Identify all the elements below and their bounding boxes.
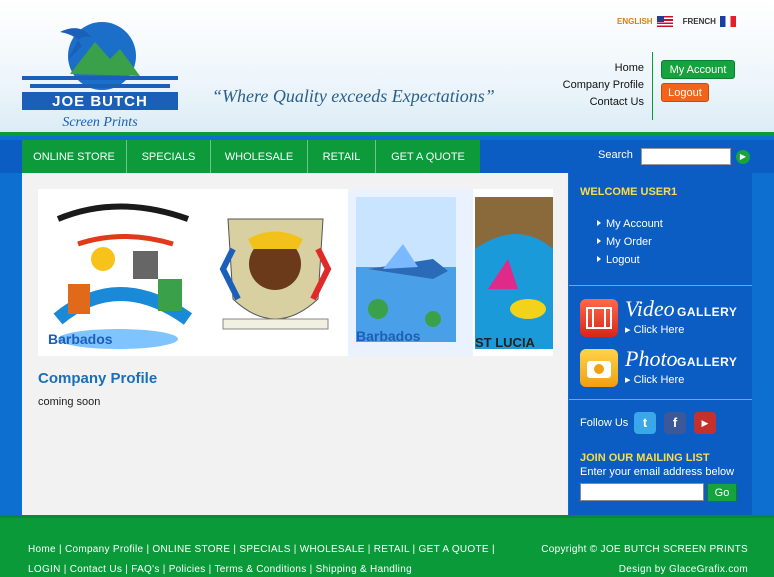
footer-link-company-profile[interactable]: Company Profile bbox=[65, 544, 143, 555]
footer-link-wholesale[interactable]: WHOLESALE bbox=[300, 544, 365, 555]
nav-wholesale[interactable]: WHOLESALE bbox=[211, 140, 308, 173]
logo-text: JOE BUTCH bbox=[52, 93, 148, 110]
nav-get-a-quote[interactable]: GET A QUOTE bbox=[376, 140, 480, 173]
video-click-here-label: Click Here bbox=[633, 324, 685, 336]
twitter-icon[interactable]: t bbox=[634, 412, 656, 434]
logout-button[interactable]: Logout bbox=[661, 83, 709, 102]
site-footer: Home | Company Profile | ONLINE STORE | … bbox=[0, 515, 774, 577]
nav-retail[interactable]: RETAIL bbox=[308, 140, 376, 173]
footer-link-specials[interactable]: SPECIALS bbox=[239, 544, 290, 555]
account-links: My Account My Order Logout bbox=[597, 215, 663, 269]
search-go-icon[interactable]: ▶ bbox=[736, 150, 750, 164]
header-link-contact-us[interactable]: Contact Us bbox=[563, 94, 644, 111]
lang-english-label: ENGLISH bbox=[617, 17, 653, 26]
sidebar-divider bbox=[569, 285, 752, 286]
nav-online-store[interactable]: ONLINE STORE bbox=[22, 140, 127, 173]
sidebar-link-logout[interactable]: Logout bbox=[597, 251, 663, 269]
main-content: Barbados Barbados ST LUCIA Company Profi… bbox=[22, 173, 568, 515]
footer-links: Home | Company Profile | ONLINE STORE | … bbox=[28, 544, 495, 575]
footer-link-home[interactable]: Home bbox=[28, 544, 56, 555]
search-input[interactable] bbox=[641, 148, 731, 165]
email-field[interactable] bbox=[580, 483, 704, 501]
footer-link-policies[interactable]: Policies bbox=[169, 564, 206, 575]
search-label: Search bbox=[598, 149, 633, 161]
camera-icon bbox=[580, 349, 618, 387]
header-divider bbox=[652, 52, 653, 120]
footer-link-online-store[interactable]: ONLINE STORE bbox=[152, 544, 230, 555]
youtube-icon[interactable]: ▶ bbox=[694, 412, 716, 434]
video-gallery-title: Video bbox=[625, 296, 675, 321]
footer-link-get-a-quote[interactable]: GET A QUOTE bbox=[419, 544, 489, 555]
logo-subtext: Screen Prints bbox=[62, 115, 138, 130]
video-gallery-word: GALLERY bbox=[677, 305, 738, 319]
footer-link-faqs[interactable]: FAQ's bbox=[131, 564, 159, 575]
copyright-text: Copyright © JOE BUTCH SCREEN PRINTS bbox=[541, 544, 748, 555]
lang-english[interactable]: ENGLISH bbox=[617, 16, 673, 27]
nav-specials[interactable]: SPECIALS bbox=[127, 140, 211, 173]
welcome-text: WELCOME USER1 bbox=[580, 186, 678, 198]
footer-link-contact-us[interactable]: Contact Us bbox=[70, 564, 122, 575]
main-nav: ONLINE STORE SPECIALS WHOLESALE RETAIL G… bbox=[22, 140, 480, 173]
footer-link-login[interactable]: LOGIN bbox=[28, 564, 61, 575]
video-film-icon bbox=[580, 299, 618, 337]
photo-gallery-link[interactable]: Photo GALLERY ▸ Click Here bbox=[580, 346, 740, 389]
tagline: “Where Quality exceeds Expectations” bbox=[212, 86, 495, 106]
product-banner[interactable]: Barbados Barbados ST LUCIA bbox=[38, 189, 553, 356]
footer-link-shipping[interactable]: Shipping & Handling bbox=[316, 564, 412, 575]
header-links: Home Company Profile Contact Us bbox=[563, 60, 644, 111]
header-link-company-profile[interactable]: Company Profile bbox=[563, 77, 644, 94]
photo-click-here-label: Click Here bbox=[633, 374, 685, 386]
header-link-home[interactable]: Home bbox=[563, 60, 644, 77]
mailing-list-subtitle: Enter your email address below bbox=[580, 466, 735, 478]
mailing-list-title: JOIN OUR MAILING LIST bbox=[580, 452, 710, 464]
sidebar: WELCOME USER1 My Account My Order Logout… bbox=[569, 173, 752, 515]
sidebar-divider bbox=[569, 399, 752, 400]
page-body-text: coming soon bbox=[38, 396, 101, 408]
us-flag-icon bbox=[656, 16, 673, 27]
design-credit[interactable]: Design by GlaceGrafix.com bbox=[541, 560, 748, 577]
banner-label-1: Barbados bbox=[48, 331, 113, 347]
banner-image-flyingfish: Barbados bbox=[348, 189, 473, 356]
video-gallery-link[interactable]: Video GALLERY ▸ Click Here bbox=[580, 296, 740, 339]
banner-image-crest bbox=[203, 189, 348, 356]
mailing-go-button[interactable]: Go bbox=[707, 483, 737, 502]
lang-french-label: FRENCH bbox=[682, 17, 716, 26]
photo-gallery-title: Photo bbox=[625, 346, 678, 371]
joe-butch-logo[interactable]: JOE BUTCH Screen Prints bbox=[20, 14, 180, 134]
banner-label-3: ST LUCIA bbox=[475, 335, 536, 350]
language-switcher: ENGLISH FRENCH bbox=[617, 16, 736, 27]
photo-gallery-word: GALLERY bbox=[677, 355, 738, 369]
sidebar-link-my-account[interactable]: My Account bbox=[597, 215, 663, 233]
my-account-button[interactable]: My Account bbox=[661, 60, 735, 79]
banner-artwork: Barbados Barbados ST LUCIA bbox=[38, 189, 553, 356]
sidebar-link-my-order[interactable]: My Order bbox=[597, 233, 663, 251]
video-click-here: ▸ Click Here bbox=[625, 324, 685, 336]
footer-copyright-block: Copyright © JOE BUTCH SCREEN PRINTS Desi… bbox=[541, 540, 748, 577]
facebook-icon[interactable]: f bbox=[664, 412, 686, 434]
follow-us-label: Follow Us bbox=[580, 417, 629, 429]
france-flag-icon bbox=[719, 16, 736, 27]
site-header: JOE BUTCH Screen Prints “Where Quality e… bbox=[0, 0, 774, 136]
footer-link-terms[interactable]: Terms & Conditions bbox=[214, 564, 306, 575]
banner-label-2: Barbados bbox=[356, 328, 421, 344]
footer-link-retail[interactable]: RETAIL bbox=[374, 544, 410, 555]
photo-click-here: ▸ Click Here bbox=[625, 374, 685, 386]
page-title: Company Profile bbox=[38, 370, 158, 387]
lang-french[interactable]: FRENCH bbox=[683, 16, 736, 27]
banner-image-bridgetown: Barbados bbox=[38, 189, 203, 356]
banner-image-stlucia: ST LUCIA bbox=[475, 197, 553, 350]
